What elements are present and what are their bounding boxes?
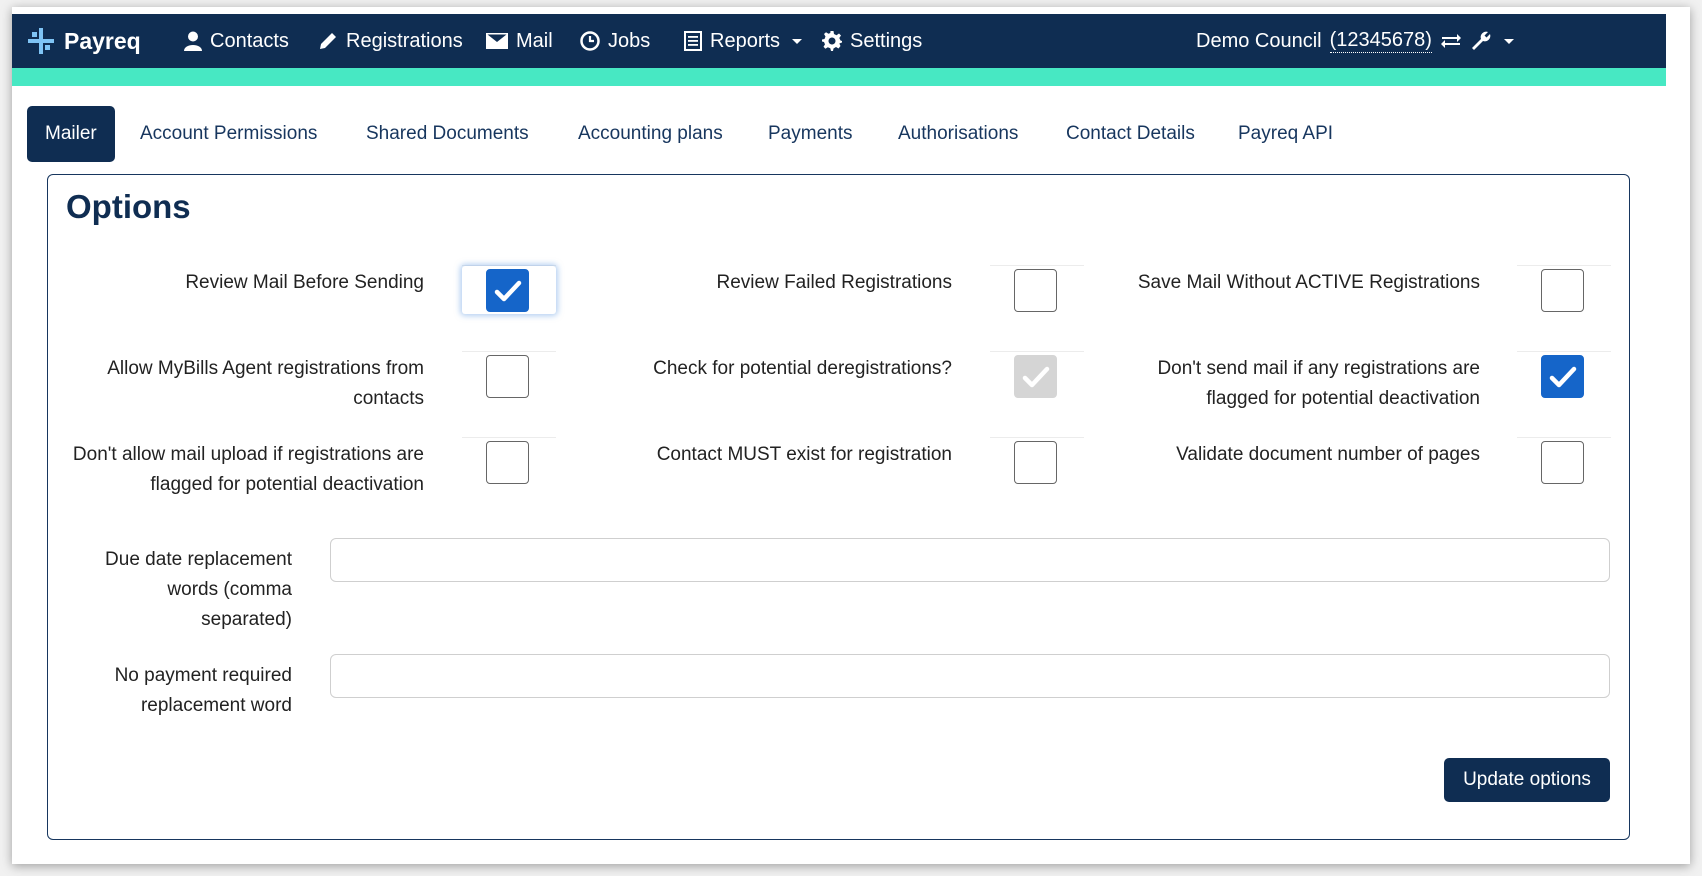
checkbox-validate-pages[interactable] [1541, 441, 1584, 484]
due-date-words-input[interactable] [330, 538, 1610, 582]
nav-accent-bar [12, 68, 1666, 86]
brand-name: Payreq [64, 27, 141, 54]
nav-registrations-label: Registrations [346, 29, 463, 52]
top-navbar: Payreq Contacts Registrations Mail Jobs [12, 14, 1666, 68]
tools-menu[interactable] [1470, 14, 1514, 68]
option-cell-allow-mybills [462, 351, 556, 399]
no-payment-word-input[interactable] [330, 654, 1610, 698]
update-options-button[interactable]: Update options [1444, 758, 1610, 802]
option-cell-dont-allow-upload [462, 437, 556, 485]
switch-arrows-icon [1440, 34, 1461, 48]
checkbox-review-failed[interactable] [1014, 269, 1057, 312]
nav-mail[interactable]: Mail [486, 14, 553, 68]
checkmark-icon [1022, 366, 1049, 387]
nav-reports[interactable]: Reports [684, 14, 803, 68]
option-cell-save-mail [1517, 265, 1611, 313]
nav-mail-label: Mail [516, 29, 553, 52]
no-payment-word-label: No payment required replacement word [114, 665, 292, 716]
option-cell-contact-must-exist [990, 437, 1084, 485]
nav-settings[interactable]: Settings [822, 14, 922, 68]
wrench-icon [1472, 31, 1491, 50]
chevron-down-icon [1504, 38, 1514, 44]
panel-title: Options [66, 188, 191, 225]
chevron-down-icon [792, 38, 803, 44]
nav-registrations[interactable]: Registrations [318, 14, 463, 68]
option-label-dont-send-flagged: Don't send mail if any registrations are… [1157, 358, 1480, 409]
council-id: (12345678) [1329, 29, 1432, 53]
list-icon [684, 31, 702, 51]
option-label-review-mail: Review Mail Before Sending [185, 272, 424, 293]
option-cell-review-mail [462, 265, 556, 313]
gear-icon [822, 31, 842, 51]
nav-contacts[interactable]: Contacts [184, 14, 289, 68]
checkmark-icon [494, 280, 521, 301]
checkbox-dont-allow-upload[interactable] [486, 441, 529, 484]
council-name: Demo Council [1196, 29, 1322, 52]
nav-reports-label: Reports [710, 29, 781, 52]
option-cell-check-deregistrations [990, 351, 1084, 399]
option-cell-dont-send-flagged [1517, 351, 1611, 399]
option-cell-review-failed [990, 265, 1084, 313]
tab-shared-documents[interactable]: Shared Documents [348, 106, 547, 162]
checkbox-dont-send-flagged[interactable] [1541, 355, 1584, 398]
payreq-logo-icon [28, 28, 54, 54]
pencil-icon [320, 33, 336, 49]
option-label-validate-pages: Validate document number of pages [1176, 444, 1480, 465]
option-label-check-deregistrations: Check for potential deregistrations? [653, 358, 952, 379]
nav-jobs-label: Jobs [608, 29, 651, 52]
checkbox-contact-must-exist[interactable] [1014, 441, 1057, 484]
tab-account-permissions[interactable]: Account Permissions [122, 106, 335, 162]
option-label-save-mail: Save Mail Without ACTIVE Registrations [1137, 272, 1480, 293]
council-switcher[interactable]: Demo Council (12345678) [1196, 14, 1462, 68]
option-label-review-failed: Review Failed Registrations [716, 272, 953, 293]
nav-settings-label: Settings [850, 29, 923, 52]
option-label-allow-mybills: Allow MyBills Agent registrations from c… [107, 358, 424, 409]
tab-payreq-api[interactable]: Payreq API [1220, 106, 1351, 162]
tab-payments[interactable]: Payments [750, 106, 870, 162]
nav-contacts-label: Contacts [210, 29, 289, 52]
due-date-words-label: Due date replacement words (comma separa… [105, 549, 292, 630]
tab-mailer[interactable]: Mailer [27, 106, 115, 162]
user-icon [184, 31, 202, 51]
envelope-icon [486, 33, 508, 49]
checkbox-review-mail[interactable] [486, 269, 529, 312]
checkbox-check-deregistrations [1014, 355, 1057, 398]
brand-logo[interactable]: Payreq [26, 14, 141, 68]
clock-icon [580, 31, 600, 51]
nav-jobs[interactable]: Jobs [580, 14, 650, 68]
checkbox-save-mail[interactable] [1541, 269, 1584, 312]
option-label-dont-allow-upload: Don't allow mail upload if registrations… [72, 444, 424, 495]
tab-authorisations[interactable]: Authorisations [880, 106, 1036, 162]
option-label-contact-must-exist: Contact MUST exist for registration [656, 444, 952, 465]
tab-contact-details[interactable]: Contact Details [1048, 106, 1213, 162]
tab-accounting-plans[interactable]: Accounting plans [560, 106, 741, 162]
option-cell-validate-pages [1517, 437, 1611, 485]
checkmark-icon [1549, 366, 1576, 387]
checkbox-allow-mybills[interactable] [486, 355, 529, 398]
